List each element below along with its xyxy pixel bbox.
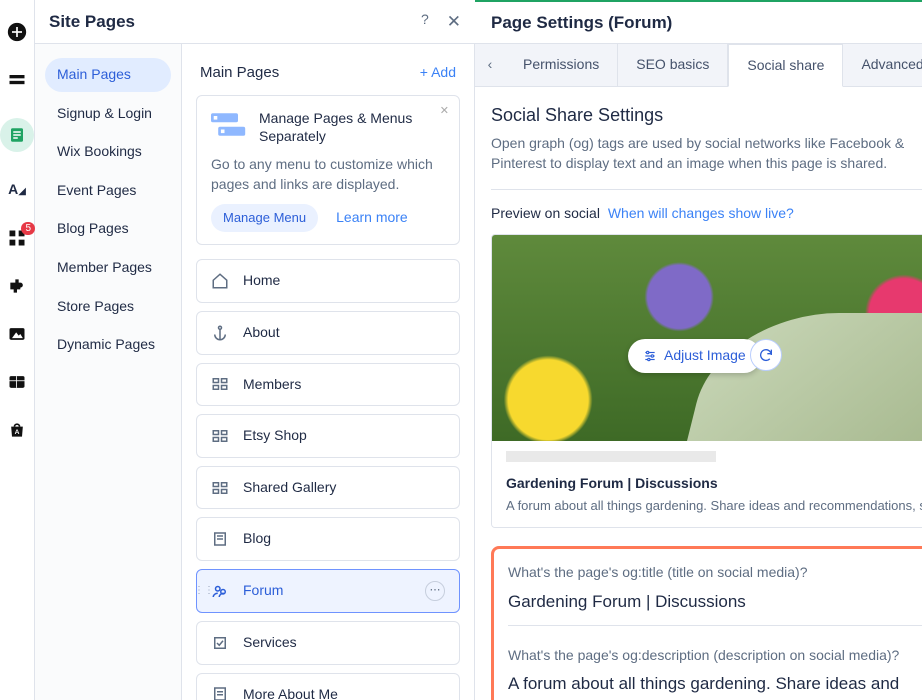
page-item-home[interactable]: Home	[196, 259, 460, 303]
highlighted-fields: What's the page's og:title (title on soc…	[491, 546, 922, 700]
badge: 5	[21, 222, 35, 235]
home-icon	[211, 272, 229, 290]
pages-list-header: Main Pages + Add	[182, 44, 474, 95]
tabs-scroll-left[interactable]: ‹	[475, 44, 505, 86]
store-icon[interactable]: A	[7, 420, 27, 440]
manage-menus-card: ✕ Manage Pages & Menus Separately Go to …	[196, 95, 460, 245]
page-item-label: Blog	[243, 529, 271, 549]
card-close-icon[interactable]: ✕	[440, 104, 449, 119]
close-icon[interactable]: ✕	[447, 10, 461, 34]
page-item-label: Shared Gallery	[243, 478, 336, 498]
learn-more-link[interactable]: Learn more	[336, 208, 408, 228]
image-icon[interactable]	[7, 324, 27, 344]
add-icon[interactable]	[7, 22, 27, 42]
page-item-members[interactable]: Members	[196, 363, 460, 407]
preview-help-link[interactable]: When will changes show live?	[608, 205, 794, 221]
shop-icon	[211, 427, 229, 445]
page-item-label: Services	[243, 633, 297, 653]
menu-icon	[211, 110, 247, 140]
page-item-services[interactable]: Services	[196, 621, 460, 665]
left-rail: A◢ 5 A	[0, 0, 35, 700]
page-item-label: Home	[243, 271, 280, 291]
pages-icon[interactable]	[0, 118, 34, 152]
card-title: Manage Pages & Menus Separately	[259, 110, 445, 145]
nav-blog-pages[interactable]: Blog Pages	[45, 212, 171, 246]
preview-image: Adjust Image	[492, 235, 922, 441]
site-pages-header: Site Pages ? ✕	[35, 0, 475, 44]
page-item-label: Etsy Shop	[243, 426, 307, 446]
section-desc: Open graph (og) tags are used by social …	[491, 134, 922, 173]
card-body: Go to any menu to customize which pages …	[211, 155, 445, 194]
settings-title: Page Settings (Forum)	[491, 11, 672, 35]
page-list: Home About Members Etsy Shop Shared Gall…	[182, 259, 474, 700]
nav-signup-login[interactable]: Signup & Login	[45, 97, 171, 131]
settings-header: Page Settings (Forum) ? ‹	[475, 2, 922, 44]
tab-permissions[interactable]: Permissions	[505, 44, 618, 86]
og-title-label: What's the page's og:title (title on soc…	[508, 563, 922, 583]
preview-desc: A forum about all things gardening. Shar…	[506, 497, 922, 515]
preview-title: Gardening Forum | Discussions	[506, 474, 922, 494]
gallery-icon	[211, 479, 229, 497]
og-title-field: What's the page's og:title (title on soc…	[508, 563, 922, 626]
services-icon	[211, 634, 229, 652]
tab-advanced-seo[interactable]: Advanced SEO	[843, 44, 922, 86]
tab-social-share[interactable]: Social share	[728, 44, 843, 87]
page-category-nav: Main Pages Signup & Login Wix Bookings E…	[35, 44, 181, 376]
og-desc-field: What's the page's og:description (descri…	[508, 646, 922, 700]
refresh-image-button[interactable]	[750, 339, 782, 371]
sliders-icon	[643, 349, 657, 363]
page-item-label: Forum	[243, 581, 283, 601]
drag-handle-icon[interactable]: ⋮⋮	[194, 584, 214, 598]
settings-tabs: ‹ Permissions SEO basics Social share Ad…	[475, 44, 922, 87]
page-item-label: About	[243, 323, 280, 343]
page-item-blog[interactable]: Blog	[196, 517, 460, 561]
members-icon	[211, 375, 229, 393]
og-desc-input[interactable]: A forum about all things gardening. Shar…	[508, 673, 922, 700]
tab-seo-basics[interactable]: SEO basics	[618, 44, 728, 86]
help-icon[interactable]: ?	[421, 10, 429, 34]
nav-dynamic-pages[interactable]: Dynamic Pages	[45, 328, 171, 362]
data-icon[interactable]	[7, 372, 27, 392]
page-item-more-about[interactable]: More About Me	[196, 673, 460, 700]
domain-placeholder	[506, 451, 716, 462]
page-item-gallery[interactable]: Shared Gallery	[196, 466, 460, 510]
og-title-input[interactable]: Gardening Forum | Discussions	[508, 591, 922, 614]
apps-icon[interactable]: 5	[7, 228, 27, 248]
font-icon[interactable]: A◢	[7, 180, 27, 200]
more-icon[interactable]: ⋯	[425, 581, 445, 601]
page-item-label: Members	[243, 375, 301, 395]
blog-icon	[211, 530, 229, 548]
site-pages-title: Site Pages	[49, 10, 135, 34]
page-item-forum[interactable]: ⋮⋮ Forum ⋯	[196, 569, 460, 613]
page-settings-panel: Page Settings (Forum) ? ‹ ‹ Permissions …	[475, 0, 922, 700]
site-pages-panel: Site Pages ? ✕ Main Pages Signup & Login…	[35, 0, 475, 700]
manage-menu-button[interactable]: Manage Menu	[211, 204, 318, 232]
layers-icon[interactable]	[7, 70, 27, 90]
section-heading: Social Share Settings	[491, 103, 922, 128]
add-page-button[interactable]: + Add	[420, 63, 456, 83]
nav-wix-bookings[interactable]: Wix Bookings	[45, 135, 171, 169]
og-desc-label: What's the page's og:description (descri…	[508, 646, 922, 666]
nav-event-pages[interactable]: Event Pages	[45, 174, 171, 208]
plugins-icon[interactable]	[7, 276, 27, 296]
page-icon	[211, 685, 229, 700]
nav-store-pages[interactable]: Store Pages	[45, 290, 171, 324]
page-item-about[interactable]: About	[196, 311, 460, 355]
page-item-label: More About Me	[243, 685, 338, 700]
pages-list-title: Main Pages	[200, 62, 279, 83]
social-preview: Adjust Image Gardening Forum | Discussio…	[491, 234, 922, 528]
preview-label: Preview on social When will changes show…	[491, 204, 922, 224]
page-item-etsy[interactable]: Etsy Shop	[196, 414, 460, 458]
anchor-icon	[211, 324, 229, 342]
adjust-image-button[interactable]: Adjust Image	[628, 339, 761, 373]
nav-main-pages[interactable]: Main Pages	[45, 58, 171, 92]
nav-member-pages[interactable]: Member Pages	[45, 251, 171, 285]
svg-text:A: A	[15, 429, 20, 436]
refresh-icon	[758, 347, 774, 363]
